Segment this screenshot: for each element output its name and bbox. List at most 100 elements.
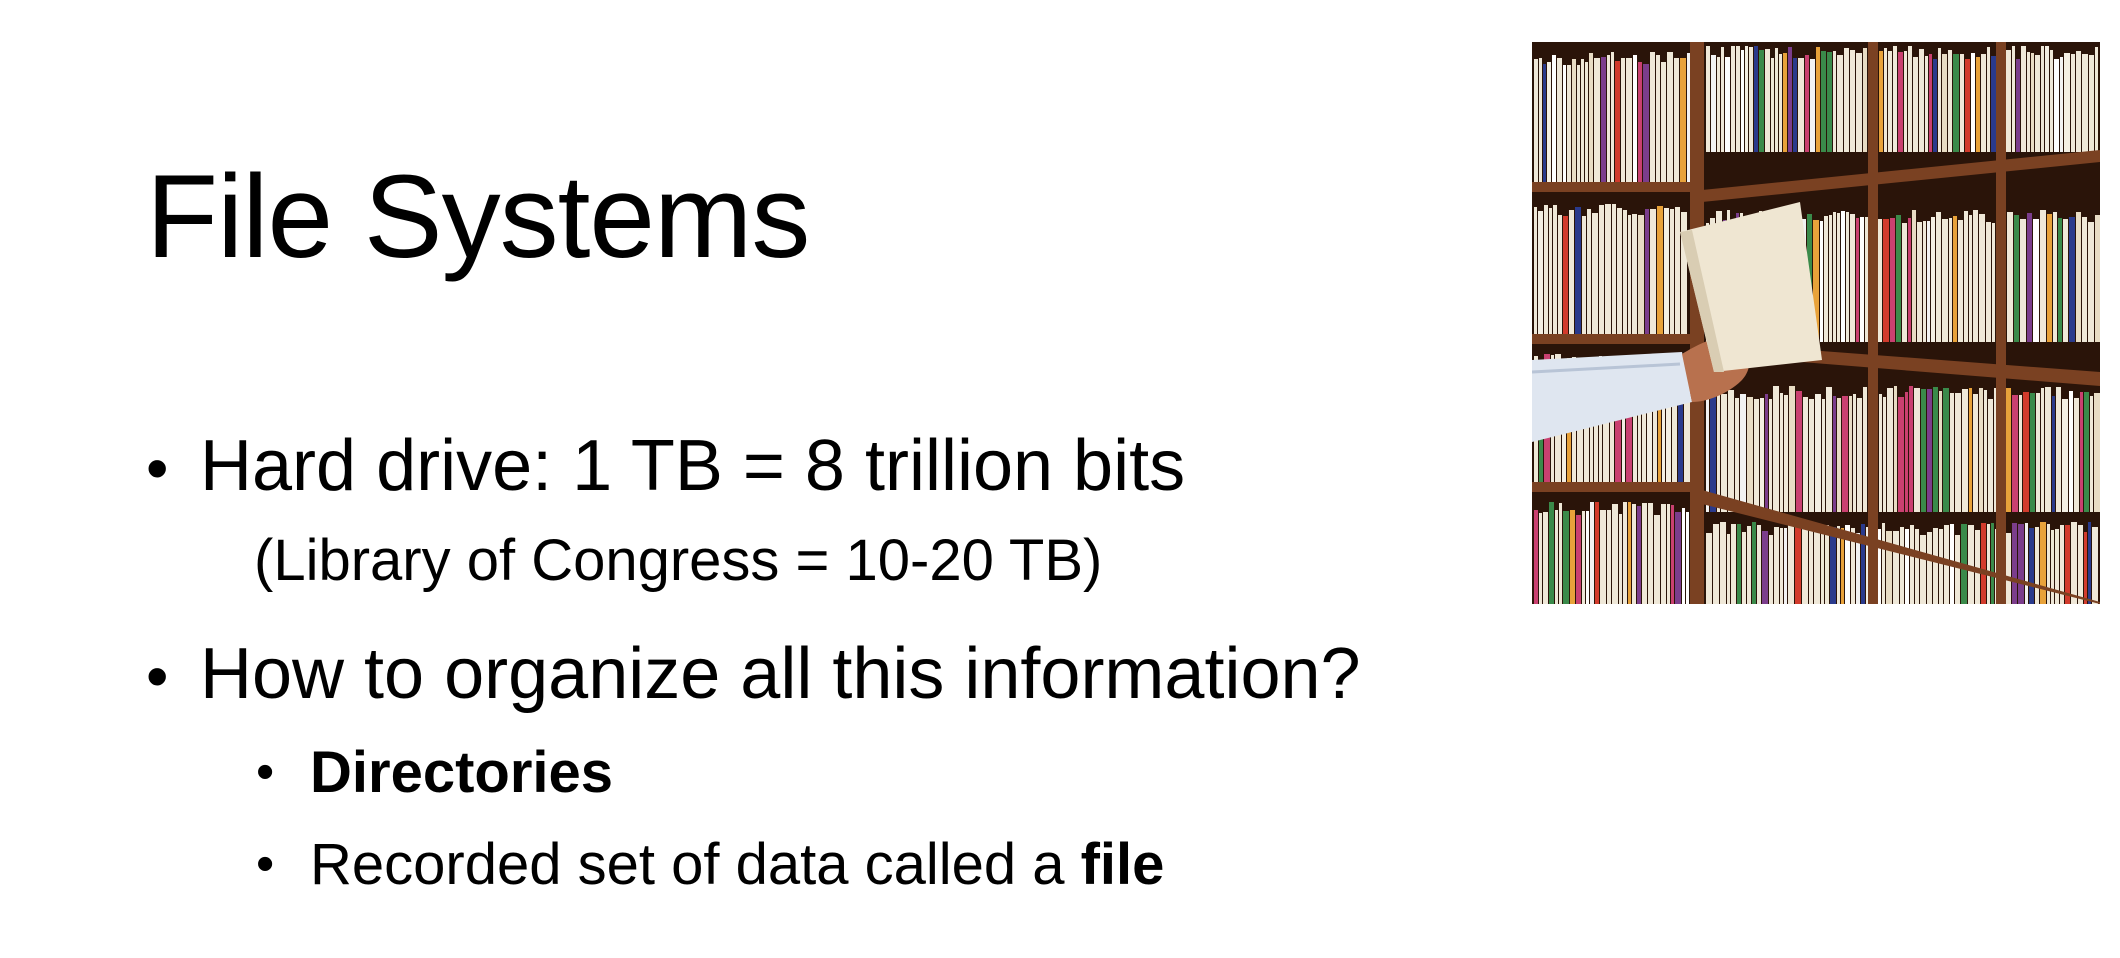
folder-spine [1736,46,1740,152]
folder-spine [1943,388,1949,512]
folder-spine [1590,502,1594,604]
folder-spine [1553,205,1557,334]
folder-spine [2095,215,2100,342]
folder-spine [1680,58,1686,182]
folder-spine [1547,62,1551,182]
folder-spine [2080,392,2083,512]
folder-spine [1803,397,1808,512]
folder-spine [1933,387,1938,512]
folder-spine [1563,216,1568,334]
folder-spine [1619,514,1622,604]
folder-spine [2012,395,2018,512]
folder-spine [1921,389,1926,512]
folder-spine [2052,396,2055,512]
folder-spine [1754,399,1759,512]
folder-spine [1894,386,1897,512]
folder-spine [1805,55,1809,152]
folder-spine [1747,526,1751,604]
folder-spine [1765,394,1768,512]
folder-spine [2094,393,2100,512]
folder-spine [1969,388,1972,512]
folder-spine [1788,47,1792,152]
folder-spine [1939,391,1942,512]
folder-spine [1909,386,1913,512]
folder-spine [1656,55,1660,182]
folder-spine [2065,525,2070,604]
folder-spine [2071,522,2077,604]
folder-spine [2035,527,2039,604]
folder-spine [2090,396,2093,512]
folder-spine [1905,529,1909,604]
folder-spine [2045,46,2049,152]
folder-spine [1628,215,1631,334]
folder-spine [2050,50,2053,152]
folder-spine [1552,55,1556,182]
folder-spine [1570,510,1575,604]
folder-spine [2060,57,2063,152]
folder-spine [2016,59,2020,152]
folder-spine [1549,208,1552,334]
folder-spine [1853,394,1856,512]
folder-spine [1586,511,1589,604]
folder-spine [1849,396,1852,512]
folder-spine [2088,222,2094,342]
folder-spine [1611,52,1614,182]
folder-spine [2056,387,2061,512]
folder-spine [1898,52,1903,152]
folder-spine [1863,387,1867,512]
folder-spine [1883,219,1889,342]
folder-spine [1827,52,1832,152]
folder-spine [1904,51,1907,152]
folder-spine [2047,214,2052,342]
folder-spine [1582,216,1586,334]
folder-spine [1594,58,1600,182]
folder-spine [1920,535,1926,604]
folder-spine [1992,223,1995,342]
folder-spine [1544,205,1548,334]
folder-spine [1628,502,1631,604]
folder-spine [1731,524,1736,604]
folder-spine [1675,207,1680,334]
folder-spine [2071,54,2075,152]
folder-spine [2031,53,2034,152]
folder-spine [1882,523,1885,604]
folder-spine [2027,52,2030,152]
folder-spine [2012,523,2017,604]
folder-spine [1914,388,1920,512]
folder-spine [1833,212,1836,342]
folder-spine [2030,393,2035,512]
folder-spine [1621,58,1625,182]
folder-spine [1780,528,1783,604]
folder-spine [1637,506,1641,604]
folder-spine [2012,46,2015,152]
bullet-item-hard-drive: • Hard drive: 1 TB = 8 trillion bits [146,430,1526,502]
folder-spine [1752,522,1756,604]
folder-spine [1784,395,1788,512]
folder-spine [1824,216,1828,342]
folder-spine [1711,55,1716,152]
folder-spine [1821,51,1826,152]
folder-spine [1955,393,1961,512]
folder-spine [1595,502,1599,604]
folder-spine [1650,209,1656,334]
folder-spine [1809,399,1814,512]
folder-spine [1850,214,1855,342]
folder-spine [1829,215,1832,342]
folder-spine [1820,221,1823,342]
folder-spine [2006,533,2011,604]
folder-spine [2018,524,2024,604]
folder-spine [1879,394,1882,512]
folder-spine [1953,54,1959,152]
folder-spine [1893,531,1899,604]
folder-spine [1927,389,1932,512]
folder-spine [1863,48,1867,152]
folder-spine [1783,53,1787,152]
folder-spine [1902,223,1907,342]
folder-spine [1567,65,1571,182]
folder-spine [1581,59,1584,182]
folder-spine [1717,389,1720,512]
folder-spine [2084,392,2089,512]
folder-spine [1735,398,1739,512]
folder-spine [2082,54,2088,152]
folder-spine [1599,205,1604,334]
